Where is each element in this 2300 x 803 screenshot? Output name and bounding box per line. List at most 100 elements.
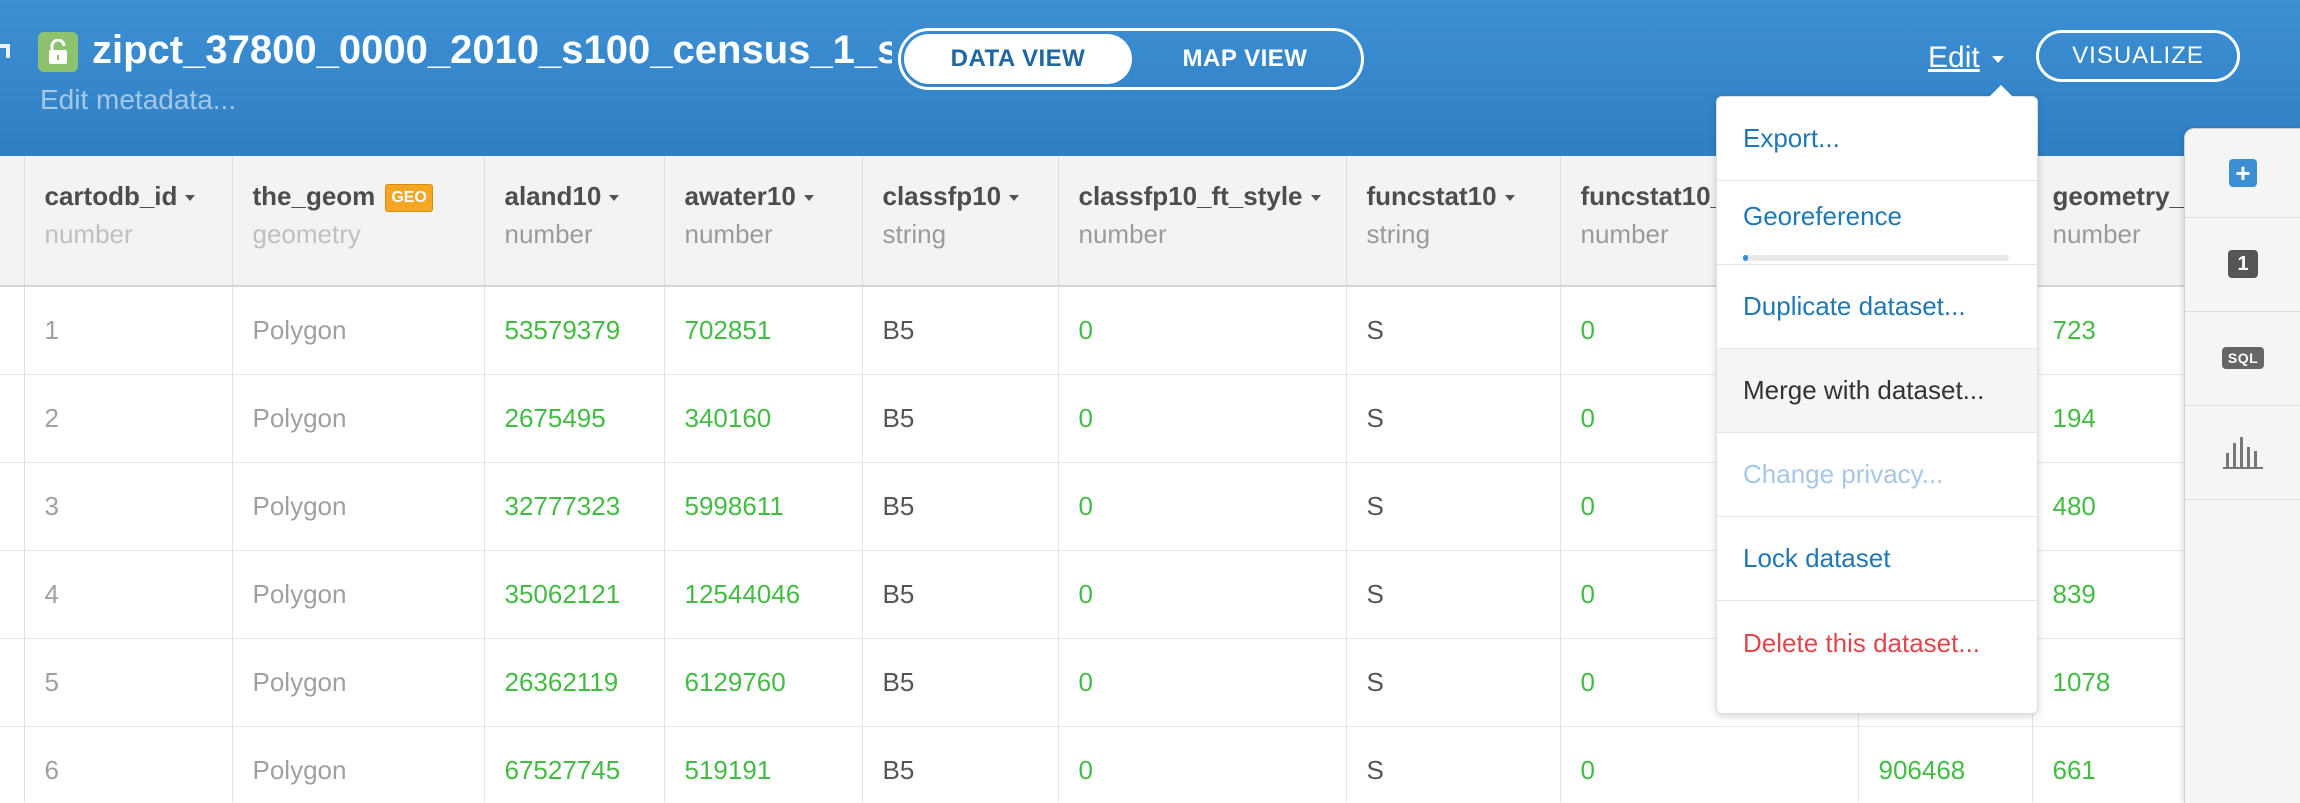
- duplicate-dataset-menu-item[interactable]: Duplicate dataset...: [1717, 265, 2037, 349]
- table-cell[interactable]: 0: [1058, 726, 1347, 802]
- table-cell[interactable]: 32777323: [484, 462, 665, 551]
- column-header[interactable]: classfp10 string: [862, 156, 1059, 287]
- caret-down-icon: [1504, 195, 1515, 202]
- view-toggle: DATA VIEW MAP VIEW: [898, 28, 1364, 90]
- edit-metadata-link[interactable]: Edit metadata...: [40, 82, 236, 118]
- table-cell[interactable]: B5: [862, 550, 1059, 639]
- table-cell[interactable]: 67527745: [484, 726, 665, 802]
- table-cell[interactable]: 2: [24, 374, 233, 463]
- table-cell[interactable]: S: [1346, 374, 1561, 463]
- filter-count-badge: 1: [2228, 250, 2258, 278]
- chart-tab[interactable]: [2185, 405, 2300, 500]
- dataset-title[interactable]: zipct_37800_0000_2010_s100_census_1_shp_: [92, 24, 892, 76]
- georeference-menu-item[interactable]: Georeference: [1717, 181, 2037, 265]
- right-tools-panel: + 1 SQL: [2184, 128, 2300, 803]
- edit-dropdown-menu: Export... Georeference Duplicate dataset…: [1716, 85, 2038, 714]
- table-cell[interactable]: 53579379: [484, 286, 665, 375]
- lock-dataset-menu-item[interactable]: Lock dataset: [1717, 517, 2037, 601]
- table-cell[interactable]: S: [1346, 726, 1561, 802]
- table-cell[interactable]: Polygon: [232, 462, 485, 551]
- sql-tab[interactable]: SQL: [2185, 311, 2300, 406]
- column-header[interactable]: aland10 number: [484, 156, 665, 287]
- data-view-tab[interactable]: DATA VIEW: [904, 34, 1132, 84]
- row-gutter: [0, 550, 25, 639]
- progress-fill: [1743, 255, 1749, 261]
- table-cell[interactable]: 0: [1058, 638, 1347, 727]
- add-layer-tab[interactable]: +: [2185, 129, 2300, 218]
- table-cell[interactable]: 6129760: [664, 638, 863, 727]
- table-cell[interactable]: S: [1346, 638, 1561, 727]
- filters-tab[interactable]: 1: [2185, 217, 2300, 312]
- table-cell[interactable]: 194: [2032, 374, 2190, 463]
- caret-down-icon: [1009, 195, 1020, 202]
- row-gutter: [0, 726, 25, 802]
- table-cell[interactable]: 480: [2032, 462, 2190, 551]
- table-cell[interactable]: 6: [24, 726, 233, 802]
- unlocked-icon[interactable]: [38, 32, 78, 72]
- table-cell[interactable]: 26362119: [484, 638, 665, 727]
- export-menu-item[interactable]: Export...: [1717, 97, 2037, 181]
- table-cell[interactable]: Polygon: [232, 374, 485, 463]
- table-cell[interactable]: 519191: [664, 726, 863, 802]
- row-gutter: [0, 462, 25, 551]
- caret-down-icon: [1310, 195, 1321, 202]
- table-cell[interactable]: S: [1346, 462, 1561, 551]
- table-cell[interactable]: B5: [862, 462, 1059, 551]
- table-cell[interactable]: 35062121: [484, 550, 665, 639]
- table-cell[interactable]: 702851: [664, 286, 863, 375]
- row-gutter: [0, 638, 25, 727]
- plus-icon[interactable]: +: [2229, 159, 2257, 187]
- change-privacy-menu-item: Change privacy...: [1717, 433, 2037, 517]
- table-cell[interactable]: S: [1346, 286, 1561, 375]
- column-header[interactable]: geometry_ number: [2032, 156, 2190, 287]
- table-cell[interactable]: B5: [862, 726, 1059, 802]
- table-cell[interactable]: 839: [2032, 550, 2190, 639]
- merge-dataset-menu-item[interactable]: Merge with dataset...: [1717, 349, 2037, 433]
- table-cell[interactable]: 12544046: [664, 550, 863, 639]
- table-cell[interactable]: Polygon: [232, 286, 485, 375]
- table-cell[interactable]: Polygon: [232, 550, 485, 639]
- table-cell[interactable]: 661: [2032, 726, 2190, 802]
- table-cell[interactable]: 3: [24, 462, 233, 551]
- table-cell[interactable]: 0: [1058, 374, 1347, 463]
- column-header[interactable]: funcstat10 string: [1346, 156, 1561, 287]
- row-gutter: [0, 374, 25, 463]
- table-cell[interactable]: 723: [2032, 286, 2190, 375]
- table-cell[interactable]: 906468: [1858, 726, 2033, 802]
- row-gutter-header: [0, 156, 25, 287]
- table-cell[interactable]: 5998611: [664, 462, 863, 551]
- sql-icon: SQL: [2221, 347, 2265, 369]
- table-cell[interactable]: 340160: [664, 374, 863, 463]
- table-cell[interactable]: 0: [1058, 462, 1347, 551]
- table-cell[interactable]: 0: [1560, 726, 1859, 802]
- table-cell[interactable]: B5: [862, 638, 1059, 727]
- table-cell[interactable]: Polygon: [232, 638, 485, 727]
- table-cell[interactable]: 5: [24, 638, 233, 727]
- column-header[interactable]: cartodb_id number: [24, 156, 233, 287]
- edit-menu-button[interactable]: Edit: [1928, 38, 1980, 78]
- visualize-button[interactable]: VISUALIZE: [2036, 30, 2240, 82]
- back-arrow-icon[interactable]: [0, 44, 10, 58]
- table-cell[interactable]: B5: [862, 286, 1059, 375]
- geo-badge: GEO: [385, 184, 433, 213]
- table-cell[interactable]: 2675495: [484, 374, 665, 463]
- column-header[interactable]: awater10 number: [664, 156, 863, 287]
- table-cell[interactable]: 4: [24, 550, 233, 639]
- column-header[interactable]: the_geom GEO geometry: [232, 156, 485, 287]
- row-gutter: [0, 286, 25, 375]
- table-cell[interactable]: Polygon: [232, 726, 485, 802]
- table-cell[interactable]: 1: [24, 286, 233, 375]
- table-cell[interactable]: 0: [1058, 550, 1347, 639]
- map-view-tab[interactable]: MAP VIEW: [1132, 34, 1358, 84]
- caret-down-icon: [803, 195, 814, 202]
- table-cell[interactable]: B5: [862, 374, 1059, 463]
- table-cell[interactable]: S: [1346, 550, 1561, 639]
- caret-down-icon: [185, 195, 196, 202]
- table-row: 6 Polygon 67527745 519191 B5 0 S 0 906468 661: [0, 726, 2190, 802]
- chevron-down-icon[interactable]: [1992, 56, 2004, 63]
- bar-chart-icon: [2223, 437, 2263, 469]
- table-cell[interactable]: 0: [1058, 286, 1347, 375]
- column-header[interactable]: classfp10_ft_style number: [1058, 156, 1347, 287]
- table-cell[interactable]: 1078: [2032, 638, 2190, 727]
- delete-dataset-menu-item[interactable]: Delete this dataset...: [1717, 601, 2037, 685]
